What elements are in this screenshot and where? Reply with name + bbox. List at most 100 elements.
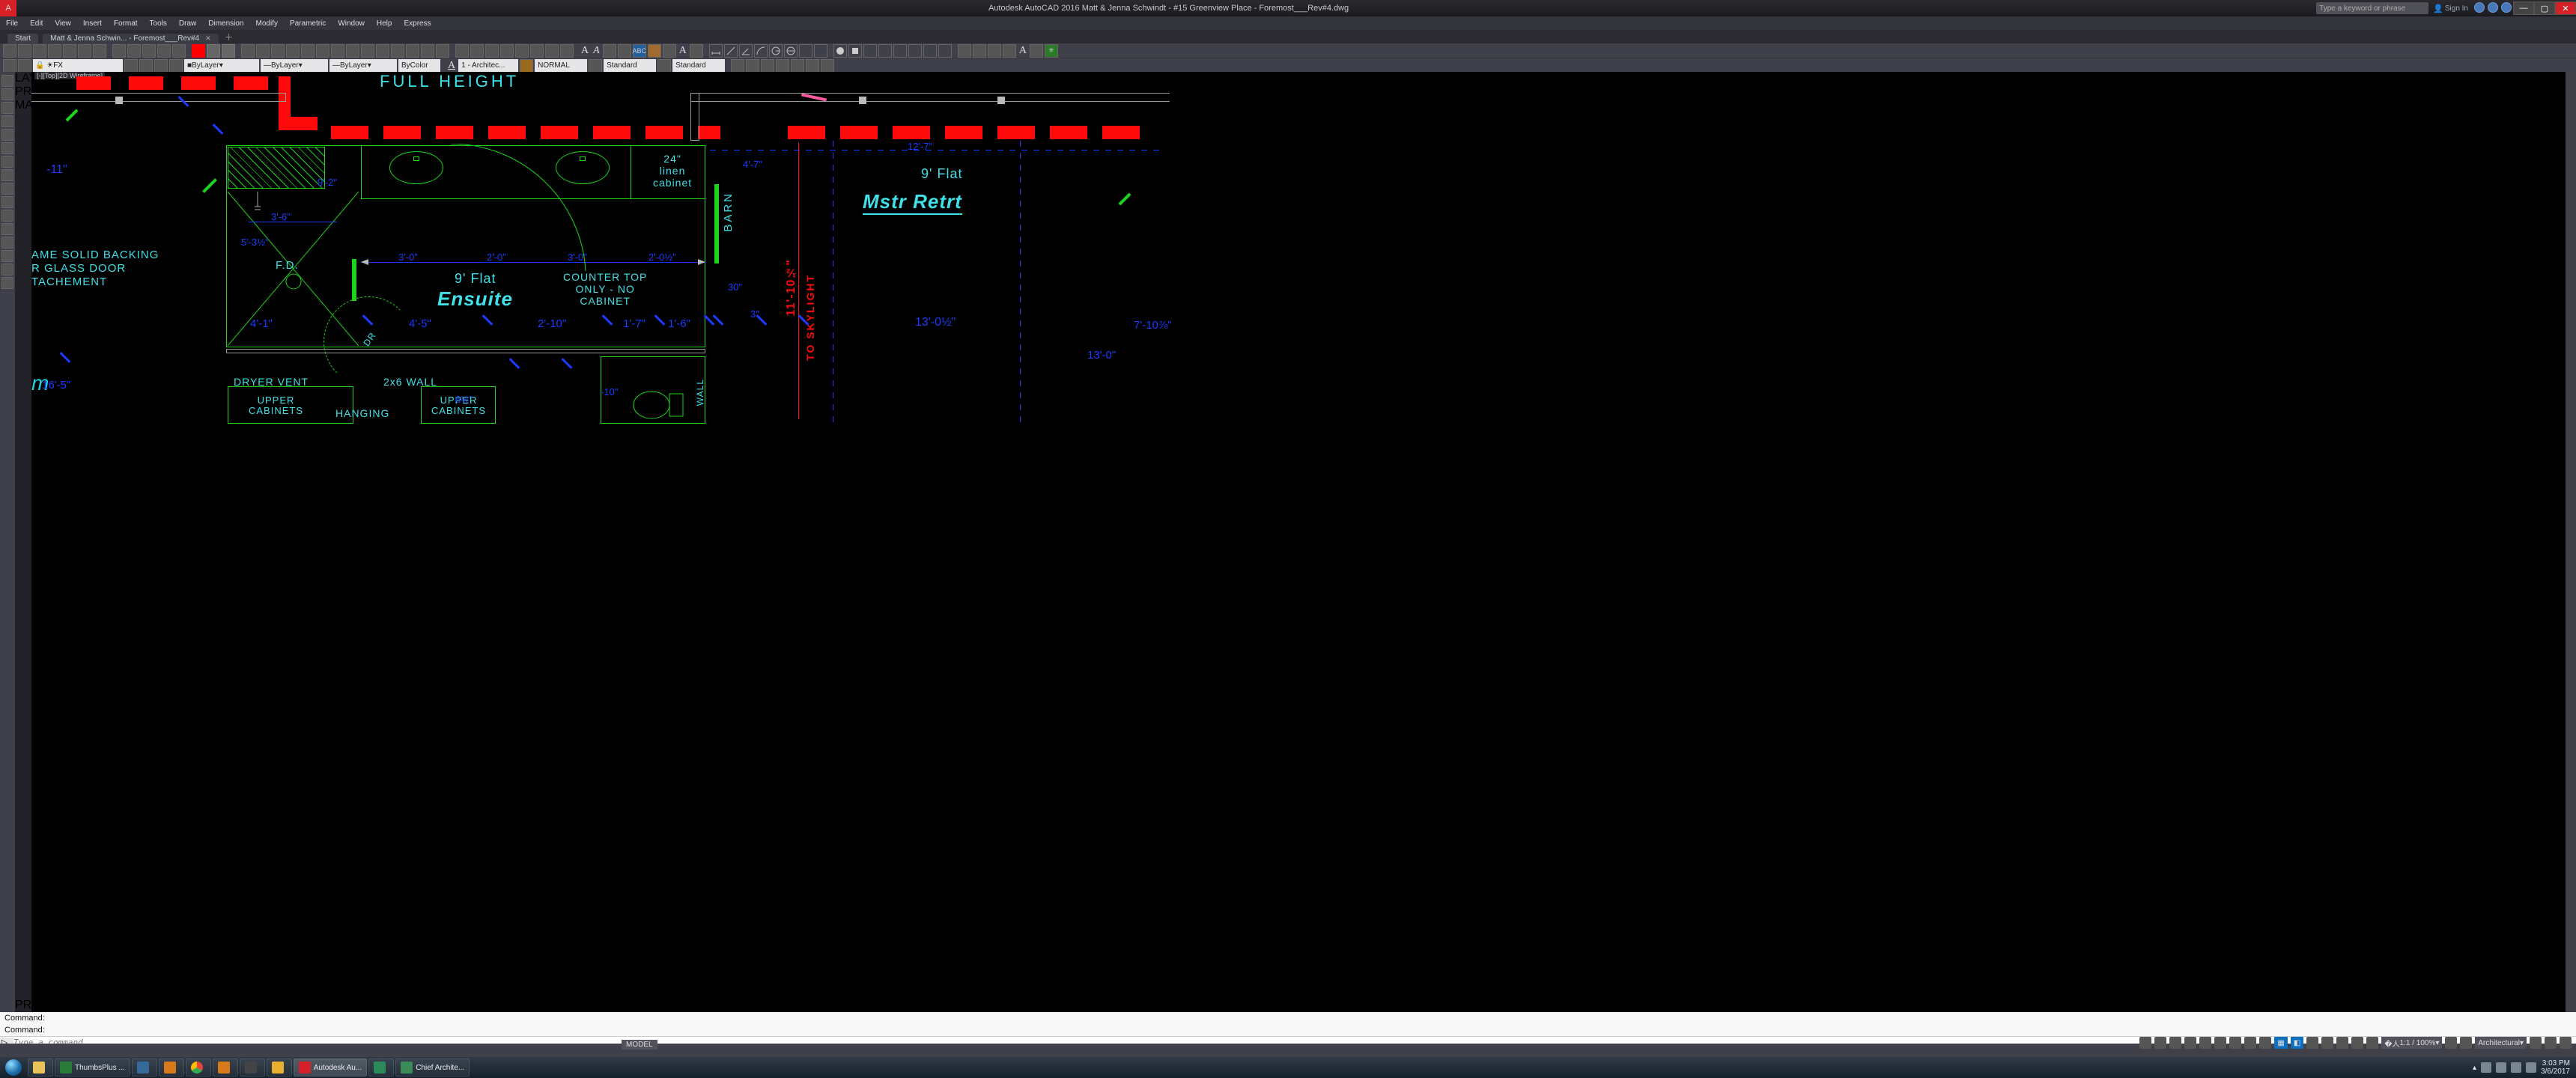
- tool6-icon[interactable]: [821, 59, 834, 73]
- menu-format[interactable]: Format: [108, 19, 144, 28]
- menu-express[interactable]: Express: [398, 19, 437, 28]
- annomon-icon[interactable]: [2306, 1037, 2318, 1049]
- tool-point-icon[interactable]: [1, 237, 13, 249]
- table-tool-icon[interactable]: [515, 44, 529, 58]
- group-icon[interactable]: [731, 59, 744, 73]
- find-icon[interactable]: [603, 44, 616, 58]
- mleaderstyle-dropdown[interactable]: Standard: [672, 59, 725, 73]
- dim-diameter-icon[interactable]: [784, 44, 798, 58]
- plot-icon[interactable]: [63, 44, 76, 58]
- taskbar-autocad[interactable]: Autodesk Au...: [294, 1059, 368, 1077]
- boundary-icon[interactable]: [485, 44, 499, 58]
- open-icon[interactable]: [18, 44, 31, 58]
- laymcur-icon[interactable]: [169, 59, 183, 73]
- otrack-icon[interactable]: [2214, 1037, 2226, 1049]
- units-readout[interactable]: Architectural ▾: [2475, 1037, 2527, 1049]
- textstyle-icon[interactable]: ABC: [633, 44, 646, 58]
- layer-dropdown[interactable]: 🔒 ☀ FX: [33, 59, 123, 73]
- tray-icon-2[interactable]: [2496, 1062, 2506, 1073]
- transp-icon[interactable]: [2259, 1037, 2271, 1049]
- rotate-icon[interactable]: [271, 44, 285, 58]
- snap-icon[interactable]: [2154, 1037, 2166, 1049]
- menu-draw[interactable]: Draw: [173, 19, 202, 28]
- tool-circle-icon[interactable]: [1, 102, 13, 114]
- tool-extra-icon[interactable]: [1, 277, 13, 289]
- taskbar-app5[interactable]: [368, 1059, 394, 1077]
- copy-icon[interactable]: [256, 44, 270, 58]
- taskbar-chief[interactable]: Chief Archite...: [395, 1059, 470, 1077]
- infocenter-icons[interactable]: [2473, 2, 2513, 15]
- gradient-icon[interactable]: [470, 44, 484, 58]
- dim-ordinate-icon[interactable]: [799, 44, 812, 58]
- iso-icon[interactable]: [2351, 1037, 2363, 1049]
- tool-leader-icon[interactable]: [1, 196, 13, 208]
- annoscale-readout[interactable]: �⁠人 1:1 / 100% ▾: [2381, 1037, 2442, 1049]
- point-icon[interactable]: [530, 44, 544, 58]
- color-control[interactable]: ■ ByLayer ▾: [184, 59, 259, 73]
- help-search[interactable]: Type a keyword or phrase: [2316, 2, 2428, 14]
- wedge-icon[interactable]: [893, 44, 907, 58]
- spell-icon[interactable]: [618, 44, 631, 58]
- qnew-icon[interactable]: [3, 44, 16, 58]
- dim-jogged-icon[interactable]: [814, 44, 827, 58]
- signin-icon[interactable]: 👤: [2433, 4, 2443, 13]
- osnap-icon[interactable]: [2199, 1037, 2211, 1049]
- taskbar-explorer[interactable]: [28, 1059, 53, 1077]
- clock-time[interactable]: 3:03 PM: [2541, 1059, 2570, 1068]
- divide-icon[interactable]: [545, 44, 559, 58]
- pyramid-icon[interactable]: [923, 44, 937, 58]
- grid-icon[interactable]: [2139, 1037, 2151, 1049]
- helix-icon[interactable]: [938, 44, 952, 58]
- menu-insert[interactable]: Insert: [77, 19, 108, 28]
- tool-table-icon[interactable]: [1, 210, 13, 222]
- annot-a-icon[interactable]: A: [678, 45, 688, 57]
- rect-icon[interactable]: [172, 44, 186, 58]
- menu-view[interactable]: View: [49, 19, 77, 28]
- system-tray[interactable]: ▴ 3:03 PM 3/6/2017: [2473, 1059, 2576, 1076]
- cleanscreen-icon[interactable]: [2530, 1037, 2542, 1049]
- tool-rect-icon[interactable]: [1, 129, 13, 141]
- menu-tools[interactable]: Tools: [144, 19, 173, 28]
- mtext-a-icon[interactable]: A: [580, 45, 590, 57]
- menu-modify[interactable]: Modify: [250, 19, 284, 28]
- drawing-tab[interactable]: Matt & Jenna Schwin... - Foremost___Rev#…: [43, 34, 219, 43]
- circle-icon[interactable]: [142, 44, 156, 58]
- array-icon[interactable]: [406, 44, 419, 58]
- menu-edit[interactable]: Edit: [24, 19, 49, 28]
- menu-window[interactable]: Window: [332, 19, 371, 28]
- field-icon[interactable]: [648, 44, 661, 58]
- taskbar-media[interactable]: [159, 1059, 184, 1077]
- color-swatch[interactable]: [207, 44, 220, 58]
- tablestyle-dropdown[interactable]: Standard: [604, 59, 656, 73]
- menu-dimension[interactable]: Dimension: [202, 19, 249, 28]
- new-tab-button[interactable]: ＋: [225, 31, 234, 43]
- tray-icon[interactable]: [2560, 1037, 2572, 1049]
- tool-wipeout-icon[interactable]: [1, 250, 13, 262]
- polyline-icon[interactable]: [127, 44, 141, 58]
- tablestyle-icon[interactable]: [589, 59, 602, 73]
- tray-chevron-icon[interactable]: ▴: [2473, 1064, 2476, 1072]
- dim-angular-icon[interactable]: [739, 44, 753, 58]
- line-icon[interactable]: [112, 44, 126, 58]
- close-tab-icon[interactable]: ✕: [205, 34, 211, 43]
- dim-linear-icon[interactable]: [709, 44, 723, 58]
- save-icon[interactable]: [33, 44, 46, 58]
- cone-icon[interactable]: [878, 44, 892, 58]
- tool4-icon[interactable]: [791, 59, 804, 73]
- grip[interactable]: [859, 97, 866, 104]
- dimstyle-icon[interactable]: [520, 59, 533, 73]
- layer-props-icon[interactable]: [3, 59, 16, 73]
- start-button[interactable]: [0, 1057, 27, 1078]
- maximize-button[interactable]: ▢: [2534, 1, 2555, 15]
- polar-icon[interactable]: [2184, 1037, 2196, 1049]
- offset-icon[interactable]: [391, 44, 404, 58]
- gear-icon[interactable]: [2445, 1037, 2457, 1049]
- sphere-icon[interactable]: [833, 44, 847, 58]
- tool-text-icon[interactable]: [1, 169, 13, 181]
- dim-radius-icon[interactable]: [769, 44, 783, 58]
- mirror-icon[interactable]: [286, 44, 300, 58]
- tool2-icon[interactable]: [761, 59, 774, 73]
- hatch-icon[interactable]: [455, 44, 469, 58]
- sc-icon[interactable]: ◧: [2291, 1037, 2303, 1049]
- region-icon[interactable]: [500, 44, 514, 58]
